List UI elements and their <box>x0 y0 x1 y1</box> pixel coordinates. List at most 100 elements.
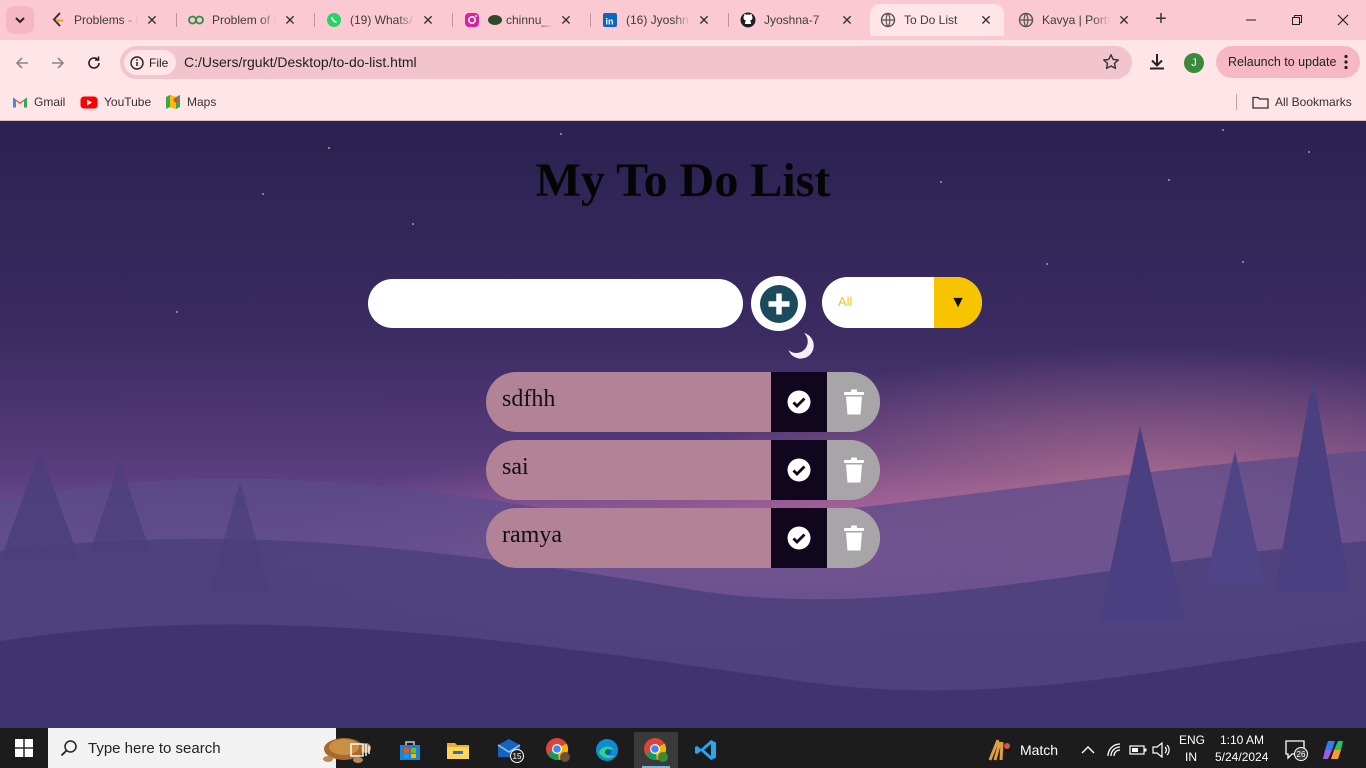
notifications-button[interactable]: 26 <box>1282 732 1310 768</box>
close-icon[interactable]: ✕ <box>558 12 574 28</box>
close-icon[interactable]: ✕ <box>1116 12 1132 28</box>
tab-title: (16) Jyoshna <box>626 13 690 27</box>
tab-github[interactable]: Jyoshna-7 ✕ <box>730 4 865 36</box>
forward-button[interactable] <box>45 50 71 76</box>
todo-input[interactable] <box>368 279 743 328</box>
restore-button[interactable] <box>1274 0 1320 40</box>
back-button[interactable] <box>9 50 35 76</box>
taskbar-chrome-profile[interactable] <box>536 732 580 768</box>
reload-button[interactable] <box>81 50 107 76</box>
close-icon[interactable]: ✕ <box>696 12 712 28</box>
bookmark-star-icon[interactable] <box>1102 53 1120 74</box>
relaunch-to-update-button[interactable]: Relaunch to update <box>1216 46 1360 78</box>
minimize-button[interactable] <box>1228 0 1274 40</box>
network-button[interactable] <box>1102 732 1126 768</box>
tab-whatsapp[interactable]: (19) WhatsAp ✕ <box>316 4 446 36</box>
copilot-button[interactable] <box>1316 732 1350 768</box>
task-view-button[interactable] <box>338 732 382 768</box>
bookmark-maps[interactable]: Maps <box>165 92 216 112</box>
mail-badge-count: 15 <box>513 752 522 761</box>
add-todo-button[interactable] <box>751 276 806 331</box>
bookmark-youtube[interactable]: YouTube <box>80 92 151 112</box>
globe-icon <box>880 12 896 28</box>
todo-page: My To Do List All ▼ sdfhh sai ramya <box>0 121 1366 728</box>
tab-to-do-list[interactable]: To Do List ✕ <box>870 4 1004 36</box>
address-bar[interactable]: File C:/Users/rgukt/Desktop/to-do-list.h… <box>120 46 1132 79</box>
url-text[interactable]: C:/Users/rgukt/Desktop/to-do-list.html <box>184 54 417 70</box>
complete-button[interactable] <box>771 440 827 500</box>
delete-button[interactable] <box>827 440 880 500</box>
new-tab-button[interactable]: + <box>1150 8 1172 30</box>
folder-icon <box>447 743 469 759</box>
complete-button[interactable] <box>771 372 827 432</box>
dropdown-arrow-icon[interactable]: ▼ <box>934 277 982 328</box>
chrome-icon <box>546 738 570 762</box>
instagram-icon <box>464 12 480 28</box>
taskbar-search-box[interactable]: Type here to search <box>48 728 371 768</box>
tab-search-button[interactable] <box>6 6 34 34</box>
all-bookmarks-button[interactable]: All Bookmarks <box>1252 92 1352 112</box>
delete-button[interactable] <box>827 508 880 568</box>
chevron-down-icon <box>15 17 25 24</box>
taskbar-chrome-active[interactable] <box>634 732 678 768</box>
bookmark-gmail[interactable]: Gmail <box>12 92 65 112</box>
close-icon[interactable]: ✕ <box>144 12 160 28</box>
tab-problems[interactable]: Problems - L ✕ <box>40 4 170 36</box>
todo-item: sai <box>486 440 880 500</box>
close-icon[interactable]: ✕ <box>978 12 994 28</box>
tab-linkedin[interactable]: in (16) Jyoshna ✕ <box>592 4 722 36</box>
tab-title: Jyoshna-7 <box>764 13 820 27</box>
browser-toolbar: File C:/Users/rgukt/Desktop/to-do-list.h… <box>0 40 1366 85</box>
notification-icon: 26 <box>1285 740 1308 761</box>
complete-button[interactable] <box>771 508 827 568</box>
todo-text: sdfhh <box>502 386 556 412</box>
arrow-right-icon <box>52 57 65 69</box>
delete-button[interactable] <box>827 372 880 432</box>
minimize-icon <box>1246 19 1256 21</box>
taskbar-microsoft-store[interactable] <box>388 732 432 768</box>
tab-separator <box>728 13 729 27</box>
tab-kavya-portfolio[interactable]: Kavya | Portf ✕ <box>1008 4 1142 36</box>
battery-button[interactable] <box>1126 732 1150 768</box>
close-icon[interactable]: ✕ <box>839 12 855 28</box>
tab-separator <box>314 13 315 27</box>
close-window-button[interactable] <box>1320 0 1366 40</box>
youtube-icon <box>80 96 98 108</box>
bookmark-label: Maps <box>187 95 217 109</box>
bookmarks-bar: Gmail YouTube Maps All Bookmarks <box>0 85 1366 121</box>
tab-geeksforgeeks[interactable]: Problem of t ✕ <box>178 4 308 36</box>
whatsapp-icon <box>326 12 342 28</box>
tab-separator <box>176 13 177 27</box>
start-button[interactable] <box>2 730 46 766</box>
site-info-chip[interactable]: File <box>124 50 177 75</box>
search-icon <box>60 740 77 757</box>
taskbar-edge[interactable] <box>585 732 629 768</box>
widget-label: Match <box>1019 742 1059 758</box>
tab-title: chinnu__4 <box>506 13 552 27</box>
taskbar-widget[interactable]: Match <box>982 732 1062 768</box>
store-icon <box>400 741 420 760</box>
filter-select[interactable]: All ▼ <box>822 277 982 328</box>
clock-time[interactable]: 1:10 AM <box>1220 733 1264 747</box>
close-icon[interactable]: ✕ <box>420 12 436 28</box>
more-vert-icon[interactable] <box>1344 54 1348 73</box>
close-icon[interactable]: ✕ <box>282 12 298 28</box>
check-circle-icon <box>787 390 811 414</box>
tab-title: Problem of t <box>212 13 276 27</box>
language-bottom[interactable]: IN <box>1185 750 1197 764</box>
bookmark-label: Gmail <box>34 95 66 109</box>
download-icon[interactable] <box>1146 51 1168 76</box>
clock-date[interactable]: 5/24/2024 <box>1215 750 1268 764</box>
tab-title: Kavya | Portf <box>1042 13 1110 27</box>
tab-instagram[interactable]: chinnu__4 ✕ <box>454 4 584 36</box>
search-placeholder: Type here to search <box>88 740 221 757</box>
taskbar-mail[interactable]: 15 <box>488 732 532 768</box>
check-circle-icon <box>787 526 811 550</box>
profile-avatar[interactable]: J <box>1184 53 1204 73</box>
edge-icon <box>596 739 618 761</box>
volume-button[interactable] <box>1149 732 1173 768</box>
language-top[interactable]: ENG <box>1179 733 1205 747</box>
show-hidden-icons-button[interactable] <box>1076 732 1100 768</box>
taskbar-vscode[interactable] <box>684 732 728 768</box>
taskbar-file-explorer[interactable] <box>436 732 480 768</box>
